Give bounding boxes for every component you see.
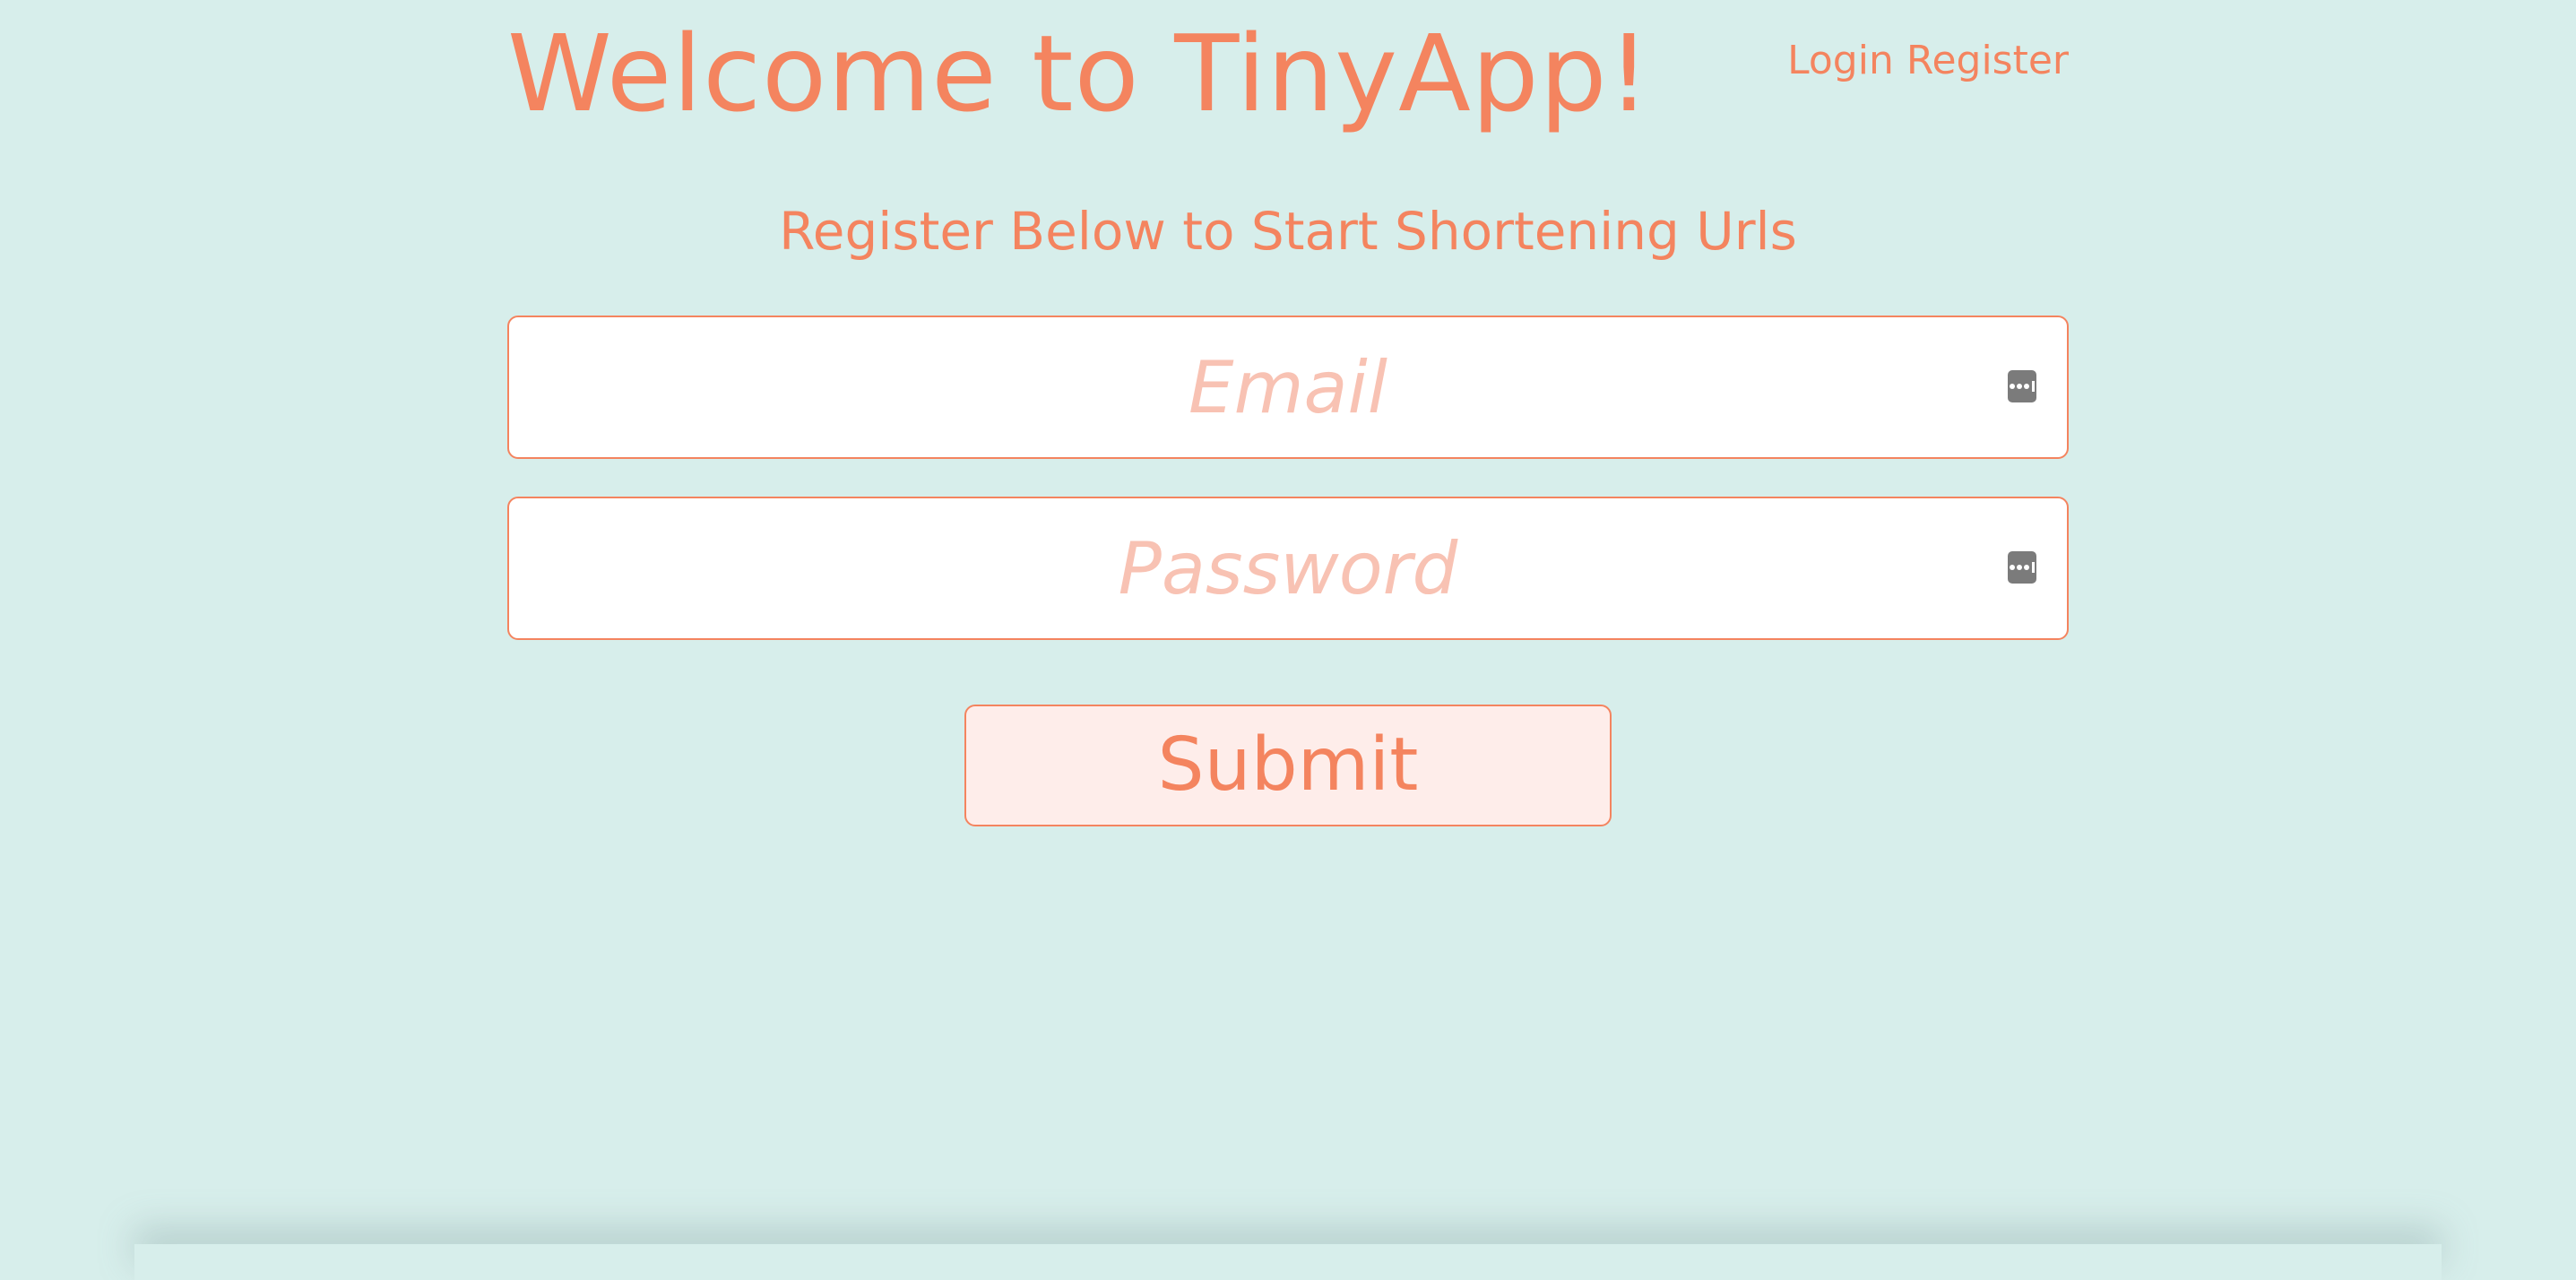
password-manager-key-icon[interactable] xyxy=(2008,551,2036,584)
top-nav: Login Register xyxy=(1787,34,2069,88)
password-field-wrapper xyxy=(507,497,2069,640)
login-link[interactable]: Login xyxy=(1787,38,1894,83)
register-subtitle: Register Below to Start Shortening Urls xyxy=(779,201,1797,262)
register-link[interactable]: Register xyxy=(1906,38,2069,83)
email-field-wrapper xyxy=(507,316,2069,459)
email-field[interactable] xyxy=(509,317,2067,457)
password-manager-key-icon[interactable] xyxy=(2008,370,2036,402)
submit-button[interactable]: Submit xyxy=(964,705,1612,826)
bottom-shadow xyxy=(134,1244,2442,1280)
page-title: Welcome to TinyApp! xyxy=(507,12,1651,135)
page-container: Welcome to TinyApp! Login Register Regis… xyxy=(507,0,2069,1244)
password-field[interactable] xyxy=(509,498,2067,638)
